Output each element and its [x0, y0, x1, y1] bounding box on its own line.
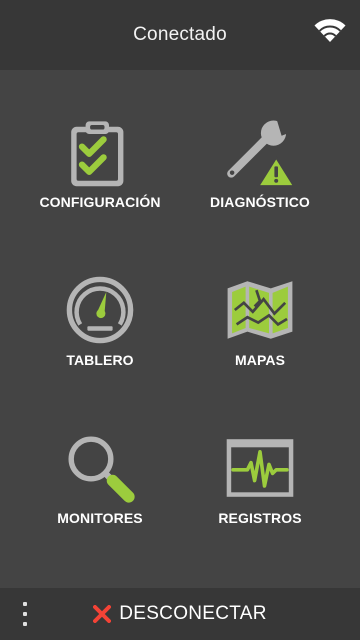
logs-label: REGISTROS [218, 510, 302, 526]
maps-tile[interactable]: MAPAS [175, 228, 345, 368]
waveform-log-icon [226, 439, 294, 497]
main-menu-grid: CONFIGURACIÓN DIAGNÓSTICO TABLERO MAPAS … [0, 70, 360, 588]
monitors-tile[interactable]: MONITORES [15, 386, 185, 526]
dashboard-label: TABLERO [66, 352, 134, 368]
wrench-warning-icon [227, 117, 296, 188]
magnifier-icon [68, 436, 135, 503]
dashboard-tile[interactable]: TABLERO [15, 228, 185, 368]
diagnostics-tile[interactable]: DIAGNÓSTICO [175, 70, 345, 210]
more-vert-icon[interactable] [18, 602, 32, 626]
diagnostics-label: DIAGNÓSTICO [210, 194, 310, 210]
wifi-icon [314, 19, 346, 42]
connection-status-title: Conectado [133, 24, 227, 45]
configuration-tile[interactable]: CONFIGURACIÓN [15, 70, 185, 210]
configuration-label: CONFIGURACIÓN [39, 194, 161, 210]
disconnect-button[interactable]: DESCONECTAR [93, 603, 267, 625]
monitors-label: MONITORES [57, 510, 143, 526]
maps-label: MAPAS [234, 352, 286, 368]
clipboard-check-icon [71, 121, 124, 187]
disconnect-label: DESCONECTAR [119, 603, 267, 624]
bottom-bar: DESCONECTAR [0, 588, 360, 640]
top-app-bar: Conectado [0, 0, 360, 70]
speedometer-icon [66, 276, 134, 344]
logs-tile[interactable]: REGISTROS [175, 386, 345, 526]
map-icon [227, 281, 293, 339]
close-icon [93, 605, 112, 623]
